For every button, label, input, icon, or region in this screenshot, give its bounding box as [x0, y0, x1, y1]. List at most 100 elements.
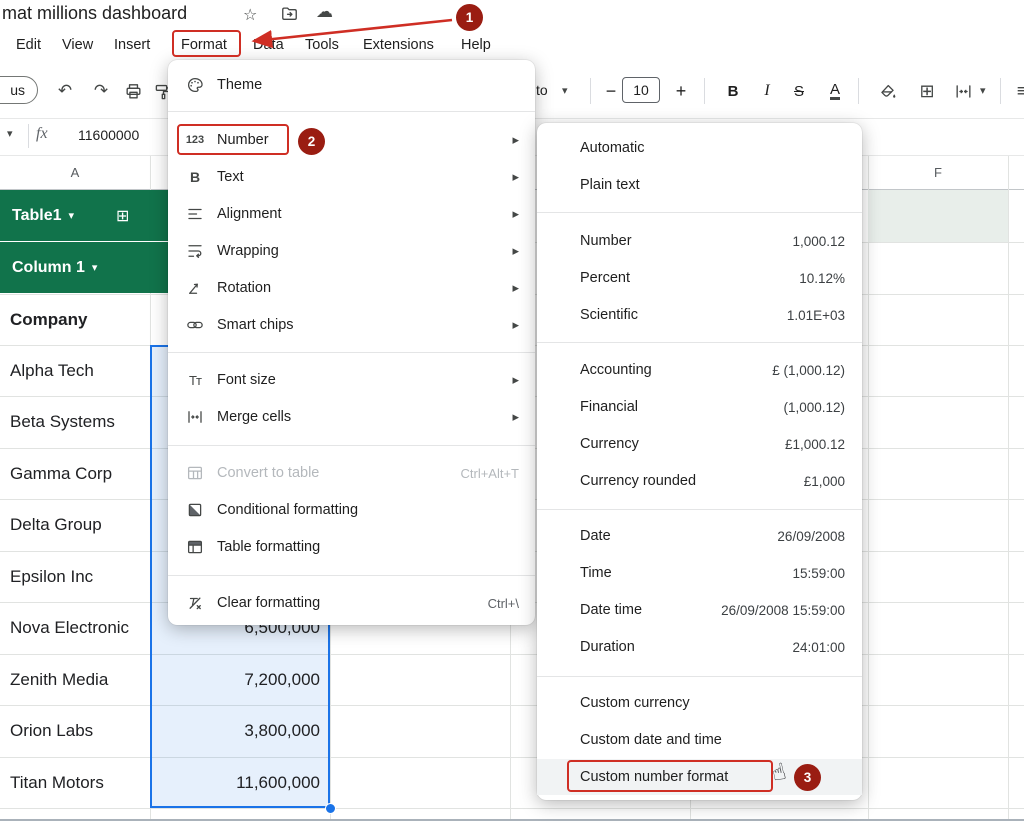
- redo-icon[interactable]: ↷: [88, 78, 114, 104]
- table-formatting-icon: [183, 538, 207, 556]
- annotation-box-number: [177, 124, 289, 155]
- font-dropdown-caret-icon[interactable]: ▾: [562, 84, 568, 97]
- submenu-item-custom-currency[interactable]: Custom currency: [537, 685, 862, 721]
- menu-item-text[interactable]: B Text ▸: [168, 159, 535, 195]
- selection-handle[interactable]: [325, 803, 336, 814]
- cell-company[interactable]: Beta Systems: [10, 396, 160, 447]
- submenu-arrow-icon: ▸: [512, 132, 519, 148]
- merge-cells-icon[interactable]: [950, 78, 976, 104]
- submenu-arrow-icon: ▸: [512, 317, 519, 333]
- menu-item-theme[interactable]: Theme: [168, 67, 535, 103]
- menu-item-clear-formatting[interactable]: Clear formatting Ctrl+\: [168, 585, 535, 621]
- merge-dropdown-caret-icon[interactable]: ▾: [980, 84, 986, 97]
- menu-insert[interactable]: Insert: [114, 33, 150, 57]
- submenu-item-percent[interactable]: Percent 10.12%: [537, 260, 862, 296]
- menu-item-rotation[interactable]: Rotation ▸: [168, 270, 535, 306]
- convert-to-table-icon: [183, 464, 207, 482]
- submenu-item-time[interactable]: Time 15:59:00: [537, 555, 862, 591]
- column-caret-icon[interactable]: ▾: [92, 261, 98, 274]
- submenu-arrow-icon: ▸: [512, 243, 519, 259]
- alignment-icon: [183, 205, 207, 223]
- cell-company[interactable]: Gamma Corp: [10, 448, 160, 499]
- menu-item-table-formatting[interactable]: Table formatting: [168, 529, 535, 565]
- shortcut-label: Ctrl+\: [487, 595, 519, 611]
- name-box-caret-icon[interactable]: ▾: [7, 127, 13, 140]
- bold-button[interactable]: B: [720, 78, 746, 104]
- menu-item-merge-cells[interactable]: Merge cells ▸: [168, 399, 535, 435]
- undo-icon[interactable]: ↶: [52, 78, 78, 104]
- submenu-item-currency[interactable]: Currency £1,000.12: [537, 426, 862, 462]
- menu-extensions[interactable]: Extensions: [363, 33, 434, 57]
- format-example: (1,000.12): [783, 399, 845, 415]
- menu-item-font-size[interactable]: Tт Font size ▸: [168, 362, 535, 398]
- font-size-input[interactable]: 10: [622, 77, 660, 103]
- text-color-button[interactable]: A: [822, 78, 848, 104]
- font-select-partial[interactable]: to: [536, 82, 548, 98]
- cell-company[interactable]: Delta Group: [10, 499, 160, 550]
- submenu-item-plain-text[interactable]: Plain text: [537, 167, 862, 203]
- submenu-item-duration[interactable]: Duration 24:01:00: [537, 629, 862, 665]
- move-folder-icon[interactable]: [280, 4, 299, 23]
- cell-company[interactable]: Zenith Media: [10, 654, 160, 705]
- menus-search-pill[interactable]: us: [0, 76, 38, 104]
- menus-pill-label: us: [10, 82, 25, 98]
- cloud-status-icon: ☁: [316, 2, 333, 22]
- cell-value[interactable]: 11,600,000: [150, 757, 320, 808]
- submenu-item-date-time[interactable]: Date time 26/09/2008 15:59:00: [537, 592, 862, 628]
- menu-data[interactable]: Data: [253, 33, 284, 57]
- table-caret-icon[interactable]: ▾: [69, 209, 75, 222]
- formula-bar-divider: [28, 124, 29, 148]
- sheet-bottom-edge: [0, 819, 1024, 821]
- submenu-item-custom-date-time[interactable]: Custom date and time: [537, 722, 862, 758]
- submenu-item-currency-rounded[interactable]: Currency rounded £1,000: [537, 463, 862, 499]
- strikethrough-button[interactable]: S: [786, 78, 812, 104]
- submenu-item-scientific[interactable]: Scientific 1.01E+03: [537, 297, 862, 333]
- gridline: [868, 156, 869, 820]
- horizontal-align-icon[interactable]: ≡: [1010, 78, 1024, 104]
- cell-company-header[interactable]: Company: [10, 294, 160, 345]
- menu-item-alignment[interactable]: Alignment ▸: [168, 196, 535, 232]
- submenu-item-automatic[interactable]: Automatic: [537, 130, 862, 166]
- formula-bar-value[interactable]: 11600000: [78, 127, 139, 143]
- cell-company[interactable]: Orion Labs: [10, 705, 160, 756]
- annotation-box-format: [172, 30, 241, 57]
- star-icon[interactable]: ☆: [243, 5, 257, 24]
- submenu-item-financial[interactable]: Financial (1,000.12): [537, 389, 862, 425]
- submenu-item-number[interactable]: Number 1,000.12: [537, 223, 862, 259]
- borders-icon[interactable]: ⊞: [914, 78, 940, 104]
- menu-tools[interactable]: Tools: [305, 33, 339, 57]
- cell-value[interactable]: 7,200,000: [150, 654, 320, 705]
- document-title[interactable]: mat millions dashboard: [2, 3, 187, 24]
- menu-view[interactable]: View: [62, 33, 93, 57]
- column-header-a[interactable]: A: [0, 160, 150, 186]
- cell-company[interactable]: Titan Motors: [10, 757, 160, 808]
- toolbar-divider: [590, 78, 591, 104]
- table-name[interactable]: Table1: [12, 207, 62, 225]
- submenu-arrow-icon: ▸: [512, 372, 519, 388]
- column-header-f[interactable]: F: [868, 160, 1008, 186]
- submenu-item-date[interactable]: Date 26/09/2008: [537, 518, 862, 554]
- menu-divider: [168, 575, 535, 576]
- increase-font-size-button[interactable]: +: [668, 78, 694, 104]
- menu-item-smart-chips[interactable]: Smart chips ▸: [168, 307, 535, 343]
- toolbar-divider: [1000, 78, 1001, 104]
- cell-company[interactable]: Epsilon Inc: [10, 551, 160, 602]
- print-icon[interactable]: [120, 78, 146, 104]
- menu-item-conditional-formatting[interactable]: Conditional formatting: [168, 492, 535, 528]
- menu-help[interactable]: Help: [461, 33, 491, 57]
- table-grid-icon[interactable]: ⊞: [116, 206, 129, 225]
- cell-value[interactable]: 3,800,000: [150, 705, 320, 756]
- cell-company[interactable]: Nova Electronic: [10, 602, 160, 653]
- text-color-label: A: [829, 81, 840, 100]
- format-example: 15:59:00: [792, 565, 845, 581]
- menu-edit[interactable]: Edit: [16, 33, 41, 57]
- italic-button[interactable]: I: [754, 78, 780, 104]
- table-column-name[interactable]: Column 1: [12, 259, 85, 277]
- fill-color-icon[interactable]: [874, 78, 900, 104]
- cell-company[interactable]: Alpha Tech: [10, 345, 160, 396]
- submenu-item-accounting[interactable]: Accounting £ (1,000.12): [537, 352, 862, 388]
- menu-item-wrapping[interactable]: Wrapping ▸: [168, 233, 535, 269]
- gridline: [0, 808, 1024, 809]
- decrease-font-size-button[interactable]: −: [598, 78, 624, 104]
- format-example: £1,000: [803, 473, 845, 489]
